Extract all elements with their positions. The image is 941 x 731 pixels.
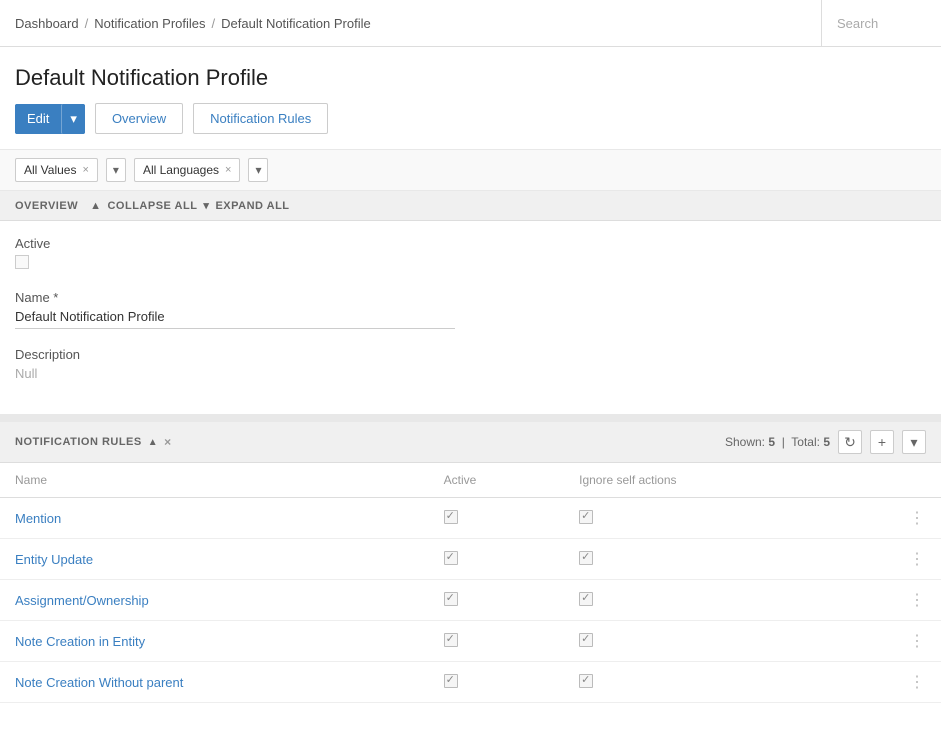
row-ignore-self-cell [564, 498, 839, 539]
edit-button-group: Edit ▾ [15, 104, 85, 134]
row-ignore-self-checkbox[interactable] [579, 510, 593, 524]
name-value: Default Notification Profile [15, 309, 455, 329]
search-area[interactable]: Search [821, 0, 941, 46]
chevron-down-icon: ▾ [70, 111, 77, 127]
row-name-link[interactable]: Note Creation in Entity [15, 634, 145, 649]
overview-section-header: OVERVIEW ▲ Collapse All ▾ Expand All [0, 191, 941, 221]
breadcrumb-sep-1: / [85, 16, 89, 31]
add-button[interactable]: + [870, 430, 894, 454]
row-name-link[interactable]: Note Creation Without parent [15, 675, 183, 690]
row-name-link[interactable]: Entity Update [15, 552, 93, 567]
row-name-cell: Mention [0, 498, 429, 539]
table-row: Mention ⋮ [0, 498, 941, 539]
row-name-cell: Entity Update [0, 539, 429, 580]
tab-notification-rules[interactable]: Notification Rules [193, 103, 328, 134]
notif-close-icon[interactable]: × [164, 435, 172, 449]
row-active-checkbox[interactable] [444, 592, 458, 606]
row-active-cell [429, 539, 564, 580]
row-name-cell: Note Creation in Entity [0, 621, 429, 662]
row-ignore-self-checkbox[interactable] [579, 633, 593, 647]
active-checkbox[interactable] [15, 255, 29, 269]
row-actions-menu[interactable]: ⋮ [839, 539, 941, 580]
expand-all-btn[interactable]: Expand All [215, 200, 289, 212]
page-title: Default Notification Profile [0, 47, 941, 103]
row-ignore-self-cell [564, 621, 839, 662]
notif-rules-header-label: NOTIFICATION RULES [15, 436, 142, 448]
more-options-button[interactable]: ▾ [902, 430, 926, 454]
filter-all-languages-remove[interactable]: × [225, 164, 231, 176]
filters-bar: All Values × ▾ All Languages × ▾ [0, 149, 941, 191]
col-name: Name [0, 463, 429, 498]
filter-all-languages-dropdown[interactable]: ▾ [248, 158, 268, 182]
row-name-link[interactable]: Mention [15, 511, 61, 526]
row-actions-menu[interactable]: ⋮ [839, 621, 941, 662]
toolbar: Edit ▾ Overview Notification Rules [0, 103, 941, 149]
filter-all-values-label: All Values [24, 163, 76, 177]
table-header: Name Active Ignore self actions [0, 463, 941, 498]
notif-header-right: Shown: 5 | Total: 5 ↻ + ▾ [725, 430, 926, 454]
notification-rules-section-header: NOTIFICATION RULES ▲ × Shown: 5 | Total:… [0, 414, 941, 463]
row-ignore-self-checkbox[interactable] [579, 592, 593, 606]
row-active-cell [429, 580, 564, 621]
filter-all-values-remove[interactable]: × [82, 164, 88, 176]
filter-all-languages[interactable]: All Languages × [134, 158, 241, 182]
expand-icon: ▾ [203, 199, 209, 212]
breadcrumb-notification-profiles[interactable]: Notification Profiles [94, 16, 205, 31]
row-ignore-self-checkbox[interactable] [579, 551, 593, 565]
edit-dropdown-button[interactable]: ▾ [61, 104, 85, 134]
field-description: Description Null [15, 347, 926, 381]
filter-all-values-dropdown[interactable]: ▾ [106, 158, 126, 182]
field-name: Name * Default Notification Profile [15, 290, 926, 329]
edit-button[interactable]: Edit [15, 104, 61, 134]
row-active-checkbox[interactable] [444, 674, 458, 688]
breadcrumb: Dashboard / Notification Profiles / Defa… [0, 16, 386, 31]
row-ignore-self-cell [564, 662, 839, 703]
row-name-cell: Assignment/Ownership [0, 580, 429, 621]
table-row: Note Creation in Entity ⋮ [0, 621, 941, 662]
notif-collapse-icon[interactable]: ▲ [148, 437, 158, 448]
overview-section-actions: ▲ Collapse All ▾ Expand All [90, 199, 289, 212]
description-value: Null [15, 366, 926, 381]
row-actions-menu[interactable]: ⋮ [839, 498, 941, 539]
col-ignore-self-actions: Ignore self actions [564, 463, 839, 498]
row-name-cell: Note Creation Without parent [0, 662, 429, 703]
shown-label: Shown: 5 | Total: 5 [725, 435, 830, 449]
field-active: Active [15, 236, 926, 272]
row-active-checkbox[interactable] [444, 633, 458, 647]
row-active-checkbox[interactable] [444, 551, 458, 565]
row-ignore-self-checkbox[interactable] [579, 674, 593, 688]
row-ignore-self-cell [564, 580, 839, 621]
table-row: Note Creation Without parent ⋮ [0, 662, 941, 703]
collapse-all-btn[interactable]: Collapse All [107, 200, 197, 212]
row-active-cell [429, 621, 564, 662]
row-actions-menu[interactable]: ⋮ [839, 662, 941, 703]
breadcrumb-dashboard[interactable]: Dashboard [15, 16, 79, 31]
collapse-icon: ▲ [90, 200, 101, 212]
description-label: Description [15, 347, 926, 362]
row-active-cell [429, 662, 564, 703]
col-active: Active [429, 463, 564, 498]
header: Dashboard / Notification Profiles / Defa… [0, 0, 941, 47]
row-name-link[interactable]: Assignment/Ownership [15, 593, 149, 608]
col-actions [839, 463, 941, 498]
breadcrumb-default-profile[interactable]: Default Notification Profile [221, 16, 371, 31]
overview-body: Active Name * Default Notification Profi… [0, 221, 941, 414]
refresh-button[interactable]: ↻ [838, 430, 862, 454]
table-row: Entity Update ⋮ [0, 539, 941, 580]
overview-header-label: OVERVIEW [15, 200, 78, 212]
table-row: Assignment/Ownership ⋮ [0, 580, 941, 621]
row-active-cell [429, 498, 564, 539]
filter-all-languages-label: All Languages [143, 163, 219, 177]
tab-overview[interactable]: Overview [95, 103, 183, 134]
breadcrumb-sep-2: / [212, 16, 216, 31]
notif-header-left: NOTIFICATION RULES ▲ × [15, 435, 172, 449]
row-ignore-self-cell [564, 539, 839, 580]
search-label: Search [837, 16, 878, 31]
row-actions-menu[interactable]: ⋮ [839, 580, 941, 621]
active-label: Active [15, 236, 926, 251]
name-label: Name * [15, 290, 926, 305]
row-active-checkbox[interactable] [444, 510, 458, 524]
notification-rules-table: Name Active Ignore self actions Mention ⋮… [0, 463, 941, 703]
filter-all-values[interactable]: All Values × [15, 158, 98, 182]
